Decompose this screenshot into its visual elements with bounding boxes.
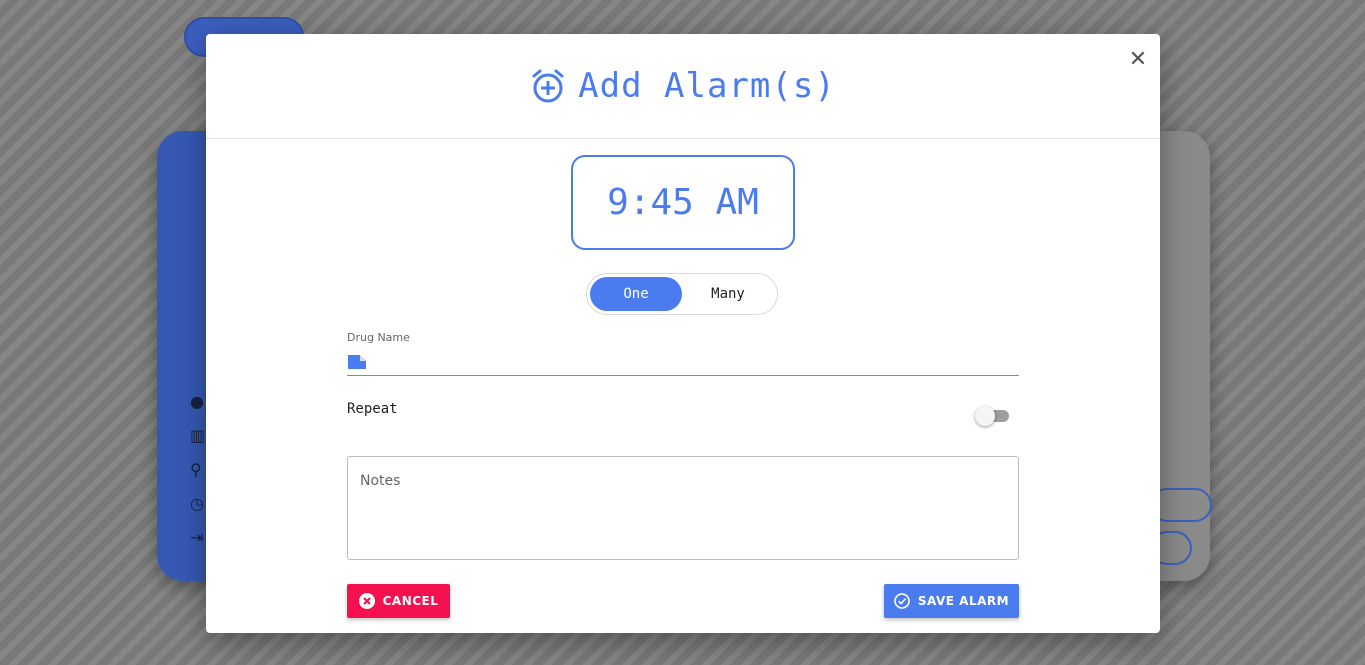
frequency-toggle: One Many — [586, 273, 778, 315]
toggle-option-many[interactable]: Many — [682, 277, 774, 311]
switch-thumb — [975, 406, 995, 426]
cancel-circle-icon — [358, 593, 375, 609]
drug-name-label: Drug Name — [347, 331, 410, 344]
save-button-label: SAVE ALARM — [917, 594, 1010, 608]
dialog-header: Add Alarm(s) — [206, 34, 1160, 139]
repeat-switch[interactable] — [975, 406, 1009, 426]
time-picker[interactable]: 9:45 AM — [571, 155, 795, 250]
drug-name-input[interactable] — [375, 349, 1019, 374]
dialog-title: Add Alarm(s) — [530, 66, 836, 106]
dialog-title-text: Add Alarm(s) — [578, 66, 836, 106]
toggle-option-one[interactable]: One — [590, 277, 682, 311]
note-icon — [348, 354, 366, 369]
cancel-button-label: CANCEL — [382, 594, 439, 608]
repeat-label: Repeat — [347, 401, 398, 417]
save-alarm-button[interactable]: SAVE ALARM — [884, 584, 1019, 618]
notes-textarea[interactable] — [347, 456, 1019, 560]
close-icon[interactable]: ✕ — [1128, 48, 1148, 72]
add-alarm-dialog: ✕ Add Alarm(s) 9:45 AM One Many Drug Nam… — [206, 34, 1160, 633]
time-value: 9:45 AM — [607, 182, 759, 223]
drug-name-field — [347, 348, 1019, 376]
alarm-add-icon — [532, 69, 564, 103]
cancel-button[interactable]: CANCEL — [347, 584, 450, 618]
check-circle-icon — [894, 593, 910, 609]
